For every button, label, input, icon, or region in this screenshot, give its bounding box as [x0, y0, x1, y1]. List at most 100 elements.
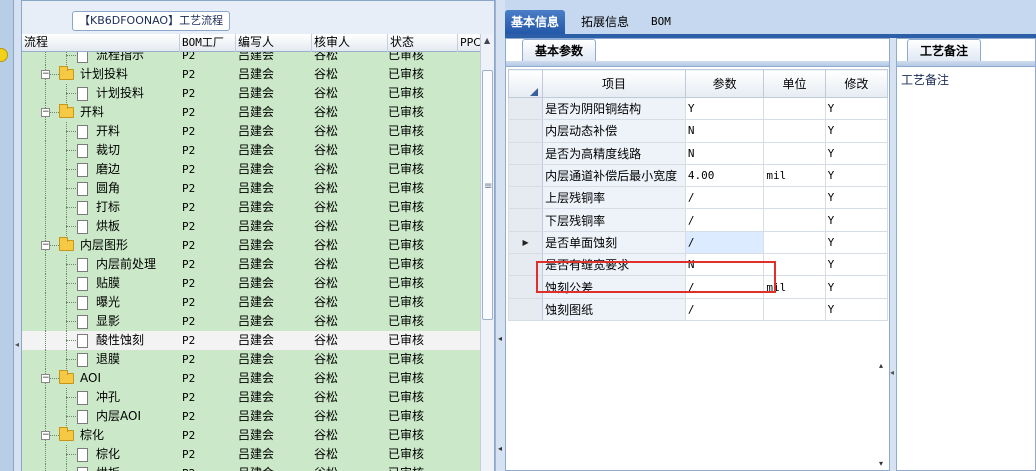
param-item-cell[interactable]: 蚀刻图纸: [542, 297, 686, 322]
params-scrollbar[interactable]: ▴ ▾: [878, 69, 889, 469]
param-unit-cell[interactable]: mil: [763, 275, 826, 299]
param-unit-cell[interactable]: [763, 208, 826, 232]
collapse-toggle-icon[interactable]: −: [41, 241, 50, 250]
param-row[interactable]: 是否为高精度线路 N Y: [507, 141, 889, 165]
param-item-cell[interactable]: 上层残铜率: [542, 186, 686, 210]
tree-row[interactable]: 开料 P2 吕建会 谷松 已审核: [22, 122, 481, 141]
param-row[interactable]: 蚀刻公差 / mil Y: [507, 275, 889, 299]
collapse-toggle-icon[interactable]: −: [41, 431, 50, 440]
param-row[interactable]: 上层残铜率 / Y: [507, 186, 889, 210]
tree-row[interactable]: 内层前处理 P2 吕建会 谷松 已审核: [22, 255, 481, 274]
subtab-process-notes[interactable]: 工艺备注: [907, 39, 982, 61]
param-value-cell[interactable]: Y: [684, 96, 765, 121]
row-header[interactable]: [507, 96, 544, 121]
col-header-ppc[interactable]: PPC: [458, 34, 481, 52]
tree-row[interactable]: 磨边 P2 吕建会 谷松 已审核: [22, 160, 481, 179]
scroll-up-icon[interactable]: ▲: [484, 36, 490, 45]
tree-row[interactable]: 贴膜 P2 吕建会 谷松 已审核: [22, 274, 481, 293]
param-value-cell[interactable]: /: [684, 186, 765, 210]
tree-row[interactable]: 烘板 P2 吕建会 谷松 已审核: [22, 464, 481, 471]
tree-row[interactable]: 退膜 P2 吕建会 谷松 已审核: [22, 350, 481, 369]
tree-row[interactable]: 流程指示 P2 吕建会 谷松 已审核: [22, 52, 481, 65]
tree-row[interactable]: 裁切 P2 吕建会 谷松 已审核: [22, 141, 481, 160]
param-item-cell[interactable]: 蚀刻公差: [542, 275, 686, 299]
param-item-cell[interactable]: 是否有缝宽要求: [542, 253, 686, 277]
collapse-left-arrow-icon[interactable]: ◂: [498, 444, 502, 453]
col-header-value[interactable]: 参数: [684, 69, 765, 98]
tree-row[interactable]: 显影 P2 吕建会 谷松 已审核: [22, 312, 481, 331]
param-item-cell[interactable]: 是否单面蚀刻: [542, 230, 686, 255]
tree-row[interactable]: 曝光 P2 吕建会 谷松 已审核: [22, 293, 481, 312]
param-item-cell[interactable]: 内层通道补偿后最小宽度: [542, 163, 686, 188]
tree-row[interactable]: 冲孔 P2 吕建会 谷松 已审核: [22, 388, 481, 407]
param-row[interactable]: 蚀刻图纸 / Y: [507, 297, 889, 322]
tree-row[interactable]: − AOI P2 吕建会 谷松 已审核: [22, 369, 481, 388]
param-item-cell[interactable]: 内层动态补偿: [542, 119, 686, 143]
param-value-cell[interactable]: /: [684, 275, 765, 299]
param-row[interactable]: 内层通道补偿后最小宽度 4.00 mil Y: [507, 163, 889, 188]
param-value-cell[interactable]: /: [684, 297, 765, 322]
tree-row[interactable]: − 开料 P2 吕建会 谷松 已审核: [22, 103, 481, 122]
param-item-cell[interactable]: 是否为阴阳铜结构: [542, 96, 686, 121]
tree-row[interactable]: 计划投料 P2 吕建会 谷松 已审核: [22, 84, 481, 103]
row-header[interactable]: [507, 208, 544, 232]
param-row[interactable]: 内层动态补偿 N Y: [507, 119, 889, 143]
grid-corner[interactable]: [507, 69, 544, 98]
row-header[interactable]: [507, 253, 544, 277]
param-row[interactable]: 是否有缝宽要求 N Y: [507, 253, 889, 277]
row-header[interactable]: [507, 163, 544, 188]
col-header-writer[interactable]: 编写人: [236, 34, 312, 52]
tree-row[interactable]: 打标 P2 吕建会 谷松 已审核: [22, 198, 481, 217]
row-header[interactable]: [507, 186, 544, 210]
tree-row[interactable]: − 内层图形 P2 吕建会 谷松 已审核: [22, 236, 481, 255]
left-splitter[interactable]: ◂: [14, 0, 21, 471]
current-row-indicator-icon[interactable]: ▶: [507, 230, 544, 255]
subtab-basic-params[interactable]: 基本参数: [522, 39, 597, 61]
tab-bom[interactable]: BOM: [645, 10, 677, 34]
tab-extended-info[interactable]: 拓展信息: [575, 10, 635, 34]
collapsed-left-panel[interactable]: [0, 0, 14, 471]
param-value-cell[interactable]: N: [684, 119, 765, 143]
param-row[interactable]: 下层残铜率 / Y: [507, 208, 889, 232]
tree-row[interactable]: − 计划投料 P2 吕建会 谷松 已审核: [22, 65, 481, 84]
row-header[interactable]: [507, 141, 544, 165]
col-header-bom[interactable]: BOM工厂: [180, 34, 236, 52]
row-header[interactable]: [507, 297, 544, 322]
param-value-cell[interactable]: N: [684, 141, 765, 165]
param-value-cell[interactable]: 4.00: [684, 163, 765, 188]
col-header-reviewer[interactable]: 核审人: [312, 34, 388, 52]
tree-scrollbar[interactable]: ▲: [480, 34, 494, 471]
col-header-status[interactable]: 状态: [388, 34, 458, 52]
param-value-cell[interactable]: N: [684, 253, 765, 277]
scrollbar-thumb[interactable]: [482, 70, 493, 320]
tree-row[interactable]: − 棕化 P2 吕建会 谷松 已审核: [22, 426, 481, 445]
param-value-cell[interactable]: /: [684, 208, 765, 232]
scroll-down-icon[interactable]: ▾: [879, 459, 883, 468]
param-unit-cell[interactable]: mil: [763, 163, 826, 188]
param-item-cell[interactable]: 是否为高精度线路: [542, 141, 686, 165]
middle-splitter[interactable]: ◂ ◂: [495, 0, 505, 471]
param-unit-cell[interactable]: [763, 96, 826, 121]
param-unit-cell[interactable]: [763, 186, 826, 210]
param-row[interactable]: 是否为阴阳铜结构 Y Y: [507, 96, 889, 121]
row-header[interactable]: [507, 275, 544, 299]
tab-basic-info[interactable]: 基本信息: [505, 10, 566, 34]
tree-row[interactable]: 酸性蚀刻 P2 吕建会 谷松 已审核: [22, 331, 481, 350]
param-unit-cell[interactable]: [763, 253, 826, 277]
param-item-cell[interactable]: 下层残铜率: [542, 208, 686, 232]
collapse-toggle-icon[interactable]: −: [41, 374, 50, 383]
tree-row[interactable]: 棕化 P2 吕建会 谷松 已审核: [22, 445, 481, 464]
tree-row[interactable]: 烘板 P2 吕建会 谷松 已审核: [22, 217, 481, 236]
collapse-left-arrow-icon[interactable]: ◂: [498, 334, 502, 343]
scroll-up-icon[interactable]: ▴: [879, 361, 883, 370]
col-header-unit[interactable]: 单位: [763, 69, 826, 98]
param-unit-cell[interactable]: [763, 119, 826, 143]
row-header[interactable]: [507, 119, 544, 143]
param-unit-cell[interactable]: [763, 141, 826, 165]
param-row[interactable]: ▶ 是否单面蚀刻 / Y: [507, 230, 889, 255]
tree-row[interactable]: 内层AOI P2 吕建会 谷松 已审核: [22, 407, 481, 426]
param-value-cell[interactable]: /: [684, 230, 765, 255]
col-header-flow[interactable]: 流程: [22, 34, 180, 52]
tree-row[interactable]: 圆角 P2 吕建会 谷松 已审核: [22, 179, 481, 198]
param-unit-cell[interactable]: [763, 230, 826, 255]
